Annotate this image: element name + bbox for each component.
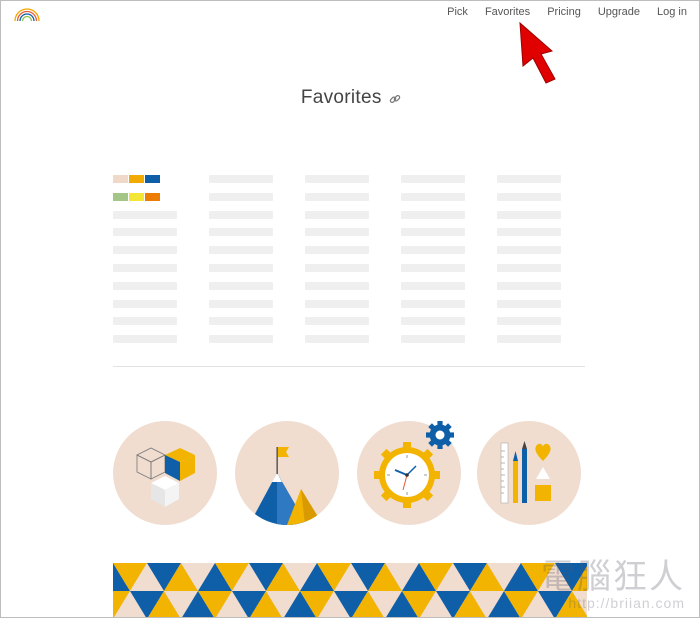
- placeholder-bar: [497, 175, 561, 183]
- placeholder-bar: [209, 175, 273, 183]
- placeholder-bar: [401, 335, 465, 344]
- placeholder-bar: [209, 281, 273, 290]
- placeholder-bar: [113, 246, 177, 255]
- palette-swatch[interactable]: [113, 192, 177, 201]
- placeholder-bar: [305, 210, 369, 219]
- placeholder-bar: [305, 299, 369, 308]
- placeholder-bar: [497, 228, 561, 237]
- placeholder-bar: [497, 335, 561, 344]
- placeholder-bar: [113, 228, 177, 237]
- page-title: Favorites: [300, 87, 382, 108]
- nav-favorites-link[interactable]: Favorites: [485, 6, 530, 18]
- watermark-title: 電腦狂人: [541, 557, 685, 597]
- placeholder-bar: [113, 317, 177, 326]
- gear-clock-illustration-icon: [357, 421, 461, 525]
- nav-pick-link[interactable]: Pick: [447, 6, 468, 18]
- placeholder-bar: [401, 299, 465, 308]
- placeholder-bar: [497, 299, 561, 308]
- placeholder-bar: [401, 192, 465, 201]
- placeholder-bar: [209, 246, 273, 255]
- site-watermark: 電腦狂人 http://briian.com: [541, 559, 685, 611]
- placeholder-bar: [305, 228, 369, 237]
- placeholder-bar: [401, 263, 465, 272]
- placeholder-column: [209, 175, 273, 353]
- nav-login-link[interactable]: Log in: [657, 6, 687, 18]
- placeholder-bar: [113, 335, 177, 344]
- placeholder-bar: [209, 263, 273, 272]
- color-chip: [129, 192, 144, 201]
- placeholder-bar: [305, 281, 369, 290]
- color-chip: [145, 192, 160, 201]
- placeholder-bar: [113, 281, 177, 290]
- permalink-icon[interactable]: [389, 93, 401, 105]
- placeholder-column: [497, 175, 561, 353]
- triangle-pattern-banner: [113, 563, 587, 617]
- design-tools-illustration-icon: [477, 421, 581, 525]
- title-row: Favorites: [1, 87, 699, 109]
- placeholder-bar: [497, 317, 561, 326]
- placeholder-bar: [113, 299, 177, 308]
- favorites-grid-placeholder: [113, 175, 583, 345]
- nav-pricing-link[interactable]: Pricing: [547, 6, 581, 18]
- palette-swatch[interactable]: [113, 175, 177, 183]
- placeholder-bar: [305, 317, 369, 326]
- feature-illustrations: [113, 421, 581, 531]
- placeholder-bar: [401, 228, 465, 237]
- placeholder-bar: [209, 192, 273, 201]
- placeholder-bar: [305, 175, 369, 183]
- placeholder-bar: [305, 246, 369, 255]
- favorites-column: [113, 175, 177, 353]
- rainbow-logo-icon[interactable]: [13, 4, 41, 22]
- placeholder-column: [305, 175, 369, 353]
- placeholder-bar: [497, 281, 561, 290]
- cubes-illustration-icon: [113, 421, 217, 525]
- top-nav: Pick Favorites Pricing Upgrade Log in: [447, 6, 687, 18]
- red-arrow-pointer-icon: [519, 21, 556, 84]
- app-window: Pick Favorites Pricing Upgrade Log in Fa…: [0, 0, 700, 618]
- placeholder-bar: [209, 210, 273, 219]
- placeholder-bar: [113, 210, 177, 219]
- color-chip: [113, 192, 128, 201]
- nav-upgrade-link[interactable]: Upgrade: [598, 6, 640, 18]
- placeholder-bar: [305, 335, 369, 344]
- placeholder-bar: [401, 246, 465, 255]
- color-chip: [129, 175, 144, 183]
- placeholder-bar: [305, 263, 369, 272]
- color-chip: [113, 175, 128, 183]
- placeholder-bar: [497, 192, 561, 201]
- placeholder-column: [401, 175, 465, 353]
- placeholder-bar: [305, 192, 369, 201]
- placeholder-bar: [209, 317, 273, 326]
- watermark-url: http://briian.com: [568, 595, 685, 611]
- placeholder-bar: [209, 299, 273, 308]
- placeholder-bar: [113, 263, 177, 272]
- section-divider: [113, 366, 585, 367]
- placeholder-bar: [209, 228, 273, 237]
- mountain-flag-illustration-icon: [235, 421, 339, 525]
- placeholder-bar: [209, 335, 273, 344]
- placeholder-bar: [497, 246, 561, 255]
- color-chip: [145, 175, 160, 183]
- placeholder-bar: [497, 210, 561, 219]
- placeholder-bar: [497, 263, 561, 272]
- placeholder-bar: [401, 210, 465, 219]
- placeholder-bar: [401, 317, 465, 326]
- placeholder-bar: [401, 175, 465, 183]
- placeholder-bar: [401, 281, 465, 290]
